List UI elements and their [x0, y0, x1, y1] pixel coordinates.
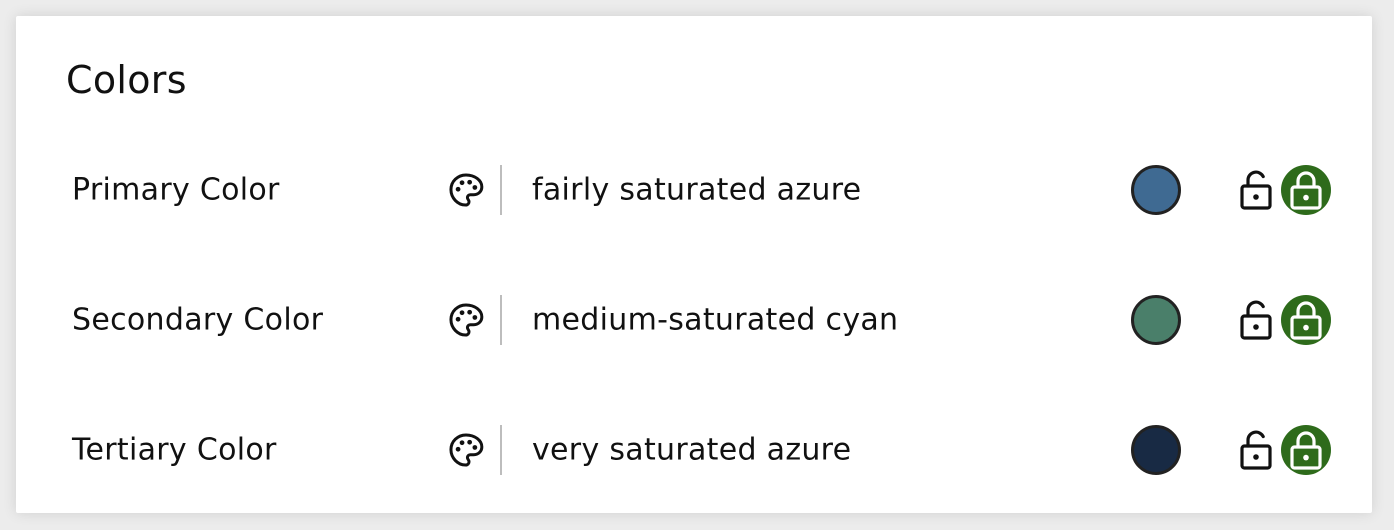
unlock-button[interactable] — [1238, 428, 1274, 472]
palette-icon — [449, 433, 484, 467]
lock-button[interactable] — [1281, 425, 1331, 475]
unlock-button[interactable] — [1238, 298, 1274, 342]
color-swatch[interactable] — [1131, 425, 1181, 475]
row-label: Secondary Color — [72, 302, 324, 338]
color-name-field[interactable]: very saturated azure — [532, 433, 851, 468]
color-row-secondary: Secondary Color medium-saturated cyan — [16, 290, 1372, 350]
palette-icon — [449, 173, 484, 207]
palette-icon — [449, 303, 484, 337]
color-swatch[interactable] — [1131, 165, 1181, 215]
row-label: Primary Color — [72, 172, 280, 208]
color-name-field[interactable]: fairly saturated azure — [532, 173, 861, 208]
palette-button[interactable] — [446, 170, 486, 210]
color-row-tertiary: Tertiary Color very saturated azure — [16, 420, 1372, 480]
lock-icon — [1290, 301, 1322, 340]
color-swatch[interactable] — [1131, 295, 1181, 345]
unlock-icon — [1240, 430, 1272, 470]
divider — [500, 425, 502, 475]
lock-button[interactable] — [1281, 165, 1331, 215]
palette-button[interactable] — [446, 430, 486, 470]
divider — [500, 165, 502, 215]
unlock-button[interactable] — [1238, 168, 1274, 212]
color-name-field[interactable]: medium-saturated cyan — [532, 303, 898, 338]
palette-button[interactable] — [446, 300, 486, 340]
section-title: Colors — [66, 58, 187, 102]
unlock-icon — [1240, 300, 1272, 340]
row-label: Tertiary Color — [72, 432, 277, 468]
color-row-primary: Primary Color fairly saturated azure — [16, 160, 1372, 220]
lock-button[interactable] — [1281, 295, 1331, 345]
lock-icon — [1290, 171, 1322, 210]
lock-icon — [1290, 431, 1322, 470]
unlock-icon — [1240, 170, 1272, 210]
divider — [500, 295, 502, 345]
colors-card: Colors Primary Color fairly saturated az… — [16, 16, 1372, 513]
